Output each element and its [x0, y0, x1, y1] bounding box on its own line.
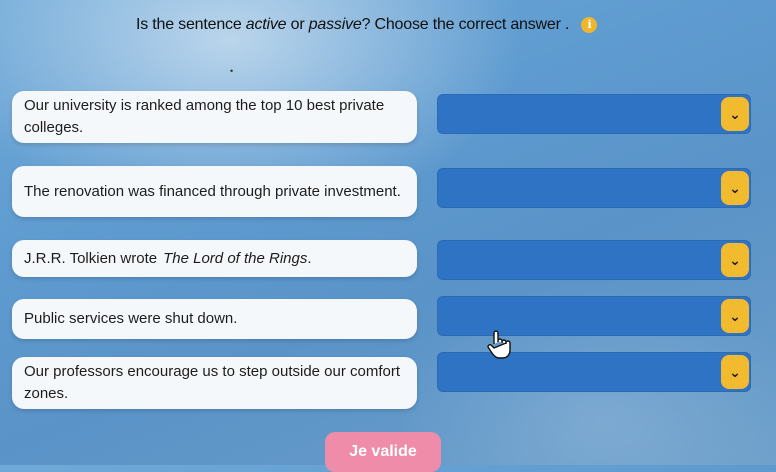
- info-icon[interactable]: i: [581, 16, 598, 33]
- sentence-card: Our university is ranked among the top 1…: [12, 91, 417, 143]
- chevron-down-icon[interactable]: ⌄: [721, 171, 749, 205]
- header-text-middle: or: [286, 16, 309, 33]
- header-text-suffix: ? Choose the correct answer .: [361, 16, 570, 33]
- question-header: Is the sentence active or passive? Choos…: [136, 16, 656, 34]
- sentence-text-suffix: .: [307, 249, 312, 267]
- marker-dot: •: [230, 66, 234, 76]
- sentence-text: Our university is ranked among the top 1…: [24, 97, 385, 136]
- sentence-text: Our professors encourage us to step outs…: [24, 363, 401, 402]
- chevron-down-icon[interactable]: ⌄: [721, 243, 749, 277]
- header-text-prefix: Is the sentence: [136, 16, 246, 33]
- chevron-down-icon[interactable]: ⌄: [721, 299, 749, 333]
- header-word-active: active: [245, 16, 287, 33]
- answer-select[interactable]: ⌄: [437, 168, 751, 208]
- sentence-text: The renovation was financed through priv…: [24, 182, 401, 200]
- sentence-card: Our professors encourage us to step outs…: [12, 357, 417, 409]
- sentence-card: Public services were shut down.: [12, 299, 417, 339]
- answer-select[interactable]: ⌄: [437, 240, 751, 280]
- sentence-text: Public services were shut down.: [24, 310, 238, 327]
- sentence-text-prefix: J.R.R. Tolkien wrote: [24, 249, 158, 267]
- sentence-card: J.R.R. Tolkien wrote The Lord of the Rin…: [12, 240, 417, 277]
- answer-select[interactable]: ⌄: [437, 352, 751, 392]
- chevron-down-icon[interactable]: ⌄: [721, 97, 749, 131]
- submit-button[interactable]: Je valide: [325, 432, 441, 472]
- hand-pointer-icon: [487, 330, 511, 359]
- sentence-card: The renovation was financed through priv…: [12, 166, 417, 217]
- book-title: The Lord of the Rings: [163, 249, 308, 267]
- answer-select[interactable]: ⌄: [437, 94, 751, 134]
- header-word-passive: passive: [308, 16, 362, 33]
- chevron-down-icon[interactable]: ⌄: [721, 355, 749, 389]
- answer-select[interactable]: ⌄: [437, 296, 751, 336]
